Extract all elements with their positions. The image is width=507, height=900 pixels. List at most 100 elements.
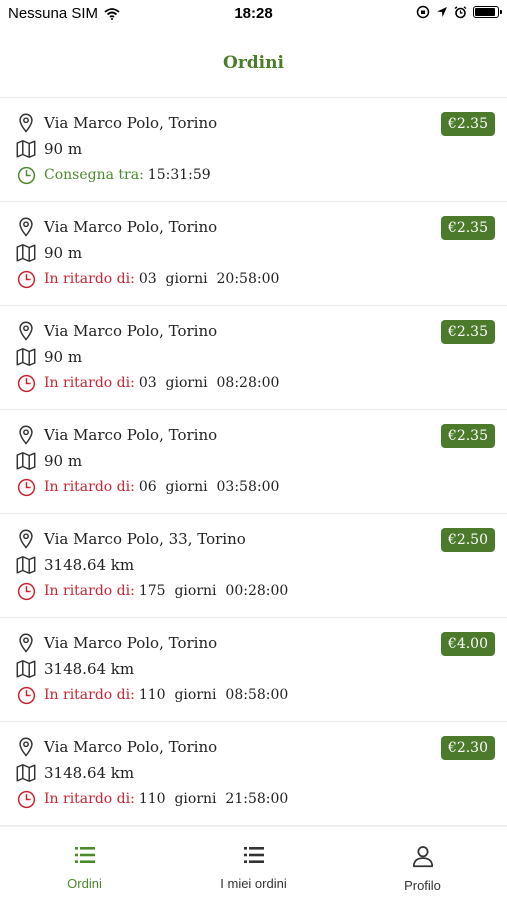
delivery-status-label: In ritardo di: xyxy=(44,687,135,703)
address-row: Via Marco Polo, Torino xyxy=(14,214,217,240)
delivery-time-row: In ritardo di: 110 giorni 08:58:00 xyxy=(14,682,288,708)
address-row: Via Marco Polo, Torino xyxy=(14,110,217,136)
order-distance: 90 m xyxy=(44,140,83,158)
order-list-item[interactable]: Via Marco Polo, Torino 90 m Consegna tra: 1… xyxy=(0,98,507,202)
order-address: Via Marco Polo, 33, Torino xyxy=(44,530,246,548)
distance-row: 90 m xyxy=(14,344,82,370)
map-pin-icon xyxy=(14,215,38,239)
delivery-time-row: In ritardo di: 03 giorni 08:28:00 xyxy=(14,370,279,396)
address-row: Via Marco Polo, Torino xyxy=(14,734,217,760)
order-distance: 3148.64 km xyxy=(44,660,135,678)
tab-label: I miei ordini xyxy=(220,876,287,891)
clock-icon xyxy=(14,475,38,499)
address-row: Via Marco Polo, Torino xyxy=(14,318,217,344)
order-address: Via Marco Polo, Torino xyxy=(44,322,218,340)
delivery-time-row: In ritardo di: 175 giorni 00:28:00 xyxy=(14,578,288,604)
status-right xyxy=(416,5,502,19)
list-icon xyxy=(241,843,267,872)
delivery-time-value: 175 giorni 00:28:00 xyxy=(138,583,289,599)
price-badge: €2.35 xyxy=(440,320,495,344)
delivery-time-value: 110 giorni 21:58:00 xyxy=(138,791,289,807)
order-distance: 90 m xyxy=(44,348,83,366)
user-icon xyxy=(410,843,436,874)
delivery-time-value: 03 giorni 20:58:00 xyxy=(138,271,280,287)
status-bar: Nessuna SIM 18:28 xyxy=(0,0,507,28)
map-icon xyxy=(14,241,38,265)
delivery-status-label: In ritardo di: xyxy=(44,583,135,599)
distance-row: 3148.64 km xyxy=(14,656,134,682)
navigation-header: Ordini xyxy=(0,28,507,98)
delivery-status-label: In ritardo di: xyxy=(44,791,135,807)
clock-icon xyxy=(14,787,38,811)
delivery-time-row: In ritardo di: 110 giorni 21:58:00 xyxy=(14,786,288,812)
address-row: Via Marco Polo, 33, Torino xyxy=(14,526,246,552)
order-distance: 90 m xyxy=(44,452,83,470)
delivery-status-label: In ritardo di: xyxy=(44,375,135,391)
distance-row: 3148.64 km xyxy=(14,552,134,578)
tab-bar: Ordini I miei ordini Profilo xyxy=(0,826,507,900)
order-list-item[interactable]: Via Marco Polo, Torino 90 m In ritardo di:… xyxy=(0,202,507,306)
alarm-icon xyxy=(454,5,467,18)
order-distance: 90 m xyxy=(44,244,83,262)
map-icon xyxy=(14,345,38,369)
delivery-time-value: 110 giorni 08:58:00 xyxy=(138,687,289,703)
tab-label: Profilo xyxy=(404,878,441,893)
page-title: Ordini xyxy=(223,52,284,73)
price-badge: €2.35 xyxy=(440,424,495,448)
delivery-time-value: 03 giorni 08:28:00 xyxy=(138,375,280,391)
address-row: Via Marco Polo, Torino xyxy=(14,630,217,656)
map-icon xyxy=(14,553,38,577)
address-row: Via Marco Polo, Torino xyxy=(14,422,217,448)
clock-icon xyxy=(14,267,38,291)
price-badge: €2.35 xyxy=(440,216,495,240)
clock-icon xyxy=(14,371,38,395)
map-pin-icon xyxy=(14,631,38,655)
distance-row: 3148.64 km xyxy=(14,760,134,786)
order-address: Via Marco Polo, Torino xyxy=(44,114,218,132)
map-icon xyxy=(14,449,38,473)
tab-i-miei-ordini[interactable]: I miei ordini xyxy=(169,827,338,900)
map-icon xyxy=(14,657,38,681)
map-pin-icon xyxy=(14,527,38,551)
price-badge: €2.35 xyxy=(440,112,495,136)
order-address: Via Marco Polo, Torino xyxy=(44,738,218,756)
order-list-item[interactable]: Via Marco Polo, Torino 3148.64 km In ritar… xyxy=(0,618,507,722)
delivery-time-value: 15:31:59 xyxy=(147,167,211,183)
orders-list[interactable]: Via Marco Polo, Torino 90 m Consegna tra: 1… xyxy=(0,98,507,826)
delivery-status-label: In ritardo di: xyxy=(44,479,135,495)
map-pin-icon xyxy=(14,735,38,759)
battery-fill xyxy=(475,8,495,16)
order-list-item[interactable]: Via Marco Polo, Torino 90 m In ritardo di:… xyxy=(0,306,507,410)
location-arrow-icon xyxy=(437,7,447,17)
order-address: Via Marco Polo, Torino xyxy=(44,634,218,652)
map-pin-icon xyxy=(14,319,38,343)
price-badge: €4.00 xyxy=(440,632,495,656)
delivery-status-label: In ritardo di: xyxy=(44,271,135,287)
clock-icon xyxy=(14,163,38,187)
map-icon xyxy=(14,761,38,785)
order-list-item[interactable]: Via Marco Polo, Torino 90 m In ritardo di:… xyxy=(0,410,507,514)
order-list-item[interactable]: Via Marco Polo, Torino 3148.64 km In ritar… xyxy=(0,722,507,826)
order-address: Via Marco Polo, Torino xyxy=(44,218,218,236)
delivery-time-row: In ritardo di: 06 giorni 03:58:00 xyxy=(14,474,279,500)
order-distance: 3148.64 km xyxy=(44,556,135,574)
clock-icon xyxy=(14,683,38,707)
order-list-item[interactable]: Via Marco Polo, 33, Torino 3148.64 km In r… xyxy=(0,514,507,618)
delivery-time-row: In ritardo di: 03 giorni 20:58:00 xyxy=(14,266,279,292)
order-distance: 3148.64 km xyxy=(44,764,135,782)
tab-ordini[interactable]: Ordini xyxy=(0,827,169,900)
tab-profilo[interactable]: Profilo xyxy=(338,827,507,900)
price-badge: €2.30 xyxy=(440,736,495,760)
orientation-lock-icon xyxy=(416,5,430,19)
delivery-status-label: Consegna tra: xyxy=(44,167,144,183)
clock-icon xyxy=(14,579,38,603)
map-pin-icon xyxy=(14,423,38,447)
map-icon xyxy=(14,137,38,161)
order-address: Via Marco Polo, Torino xyxy=(44,426,218,444)
list-icon xyxy=(72,843,98,872)
delivery-time-row: Consegna tra: 15:31:59 xyxy=(14,162,211,188)
tab-label: Ordini xyxy=(67,876,102,891)
distance-row: 90 m xyxy=(14,240,82,266)
delivery-time-value: 06 giorni 03:58:00 xyxy=(138,479,280,495)
distance-row: 90 m xyxy=(14,136,82,162)
